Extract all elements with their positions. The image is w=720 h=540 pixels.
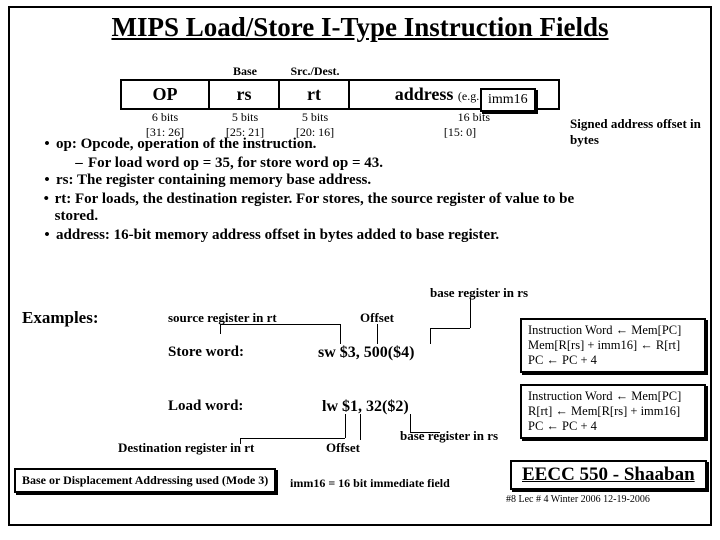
course-box: EECC 550 - Shaaban (510, 460, 707, 490)
examples-label: Examples: (22, 308, 99, 328)
anno-base-reg-2: base register in rs (400, 428, 498, 444)
slide-frame: MIPS Load/Store I-Type Instruction Field… (8, 6, 712, 526)
sw-regbox: Instruction Word ← Mem[PC] Mem[R[rs] + i… (520, 318, 706, 373)
load-word-code: lw $1, 32($2) (322, 398, 409, 416)
anno-offset-2: Offset (326, 440, 360, 456)
bullet-addr: address: 16-bit memory address offset in… (56, 227, 499, 244)
store-word-label: Store word: (168, 344, 244, 361)
imm-note: imm16 = 16 bit immediate field (290, 476, 450, 491)
bullets: •op: Opcode, operation of the instructio… (38, 136, 578, 246)
lw-line3: PC ← PC + 4 (528, 419, 698, 434)
base-label: Base (210, 64, 280, 79)
field-rt: rt (280, 79, 350, 110)
bullet-rt: rt: For loads, the destination register.… (55, 191, 578, 225)
bullet-op-sub: For load word op = 35, for store word op… (88, 155, 383, 172)
load-word-label: Load word: (168, 398, 243, 415)
lw-regbox: Instruction Word ← Mem[PC] R[rt] ← Mem[R… (520, 384, 706, 439)
lw-line1: Instruction Word ← Mem[PC] (528, 389, 698, 404)
anno-base-reg-1: base register in rs (430, 285, 528, 301)
field-rs: rs (210, 79, 280, 110)
addressing-mode-box: Base or Displacement Addressing used (Mo… (14, 468, 276, 493)
anno-dest-reg: Destination register in rt (118, 440, 254, 456)
bullet-op: op: Opcode, operation of the instruction… (56, 136, 316, 153)
signed-offset-note: Signed address offset in bytes (570, 116, 710, 148)
imm16-box: imm16 (480, 88, 536, 112)
field-address-name: address (395, 84, 454, 104)
sw-line3: PC ← PC + 4 (528, 353, 698, 368)
sw-line1: Instruction Word ← Mem[PC] (528, 323, 698, 338)
field-op: OP (120, 79, 210, 110)
page-note: #8 Lec # 4 Winter 2006 12-19-2006 (506, 494, 650, 505)
src-dest-label: Src./Dest. (280, 64, 350, 79)
lw-line2: R[rt] ← Mem[R[rs] + imm16] (528, 404, 698, 419)
sw-line2: Mem[R[rs] + imm16] ← R[rt] (528, 338, 698, 353)
bullet-rs: rs: The register containing memory base … (56, 172, 371, 189)
store-word-code: sw $3, 500($4) (318, 344, 414, 362)
page-title: MIPS Load/Store I-Type Instruction Field… (10, 8, 710, 45)
